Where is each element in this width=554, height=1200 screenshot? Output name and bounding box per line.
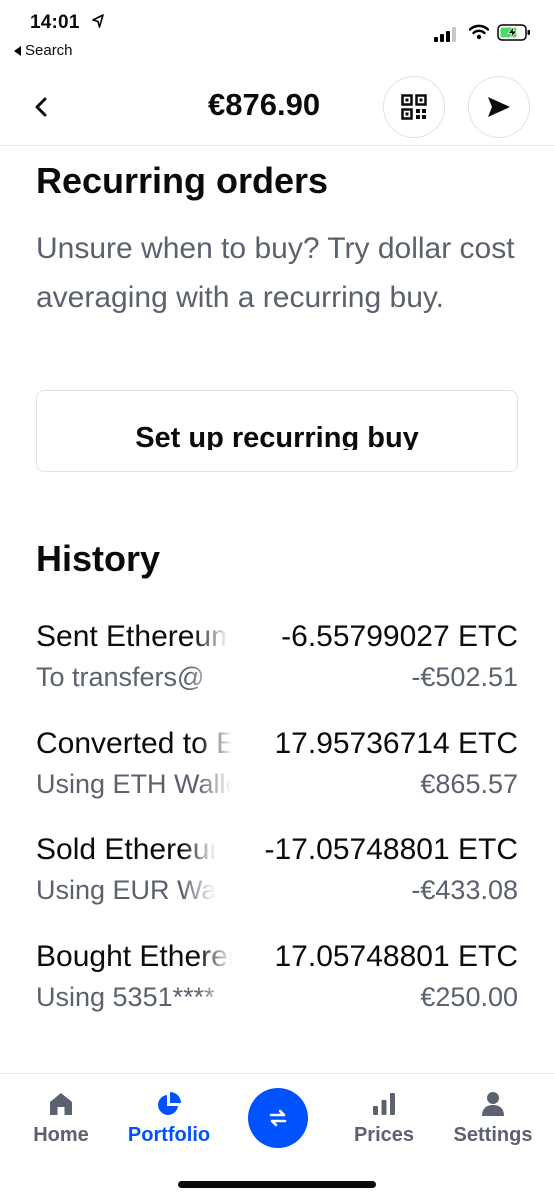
history-item[interactable]: Bought Ethereum Classic 17.05748801 ETC … — [36, 940, 518, 1024]
back-button[interactable] — [30, 94, 52, 120]
tab-home-label: Home — [33, 1124, 89, 1146]
tab-settings[interactable]: Settings — [448, 1090, 538, 1147]
history-title: History — [36, 538, 161, 579]
back-to-search-label: Search — [25, 42, 73, 59]
history-item-value: -€433.08 — [411, 875, 518, 905]
history-item-subtitle: Using 5351**** — [36, 982, 232, 1013]
history-item-value: €250.00 — [420, 982, 518, 1012]
qr-code-button[interactable] — [383, 76, 445, 138]
swap-icon — [269, 1109, 287, 1127]
tab-prices[interactable]: Prices — [350, 1090, 418, 1147]
pie-chart-icon — [155, 1090, 183, 1118]
tab-portfolio-label: Portfolio — [127, 1124, 211, 1146]
user-icon — [479, 1090, 507, 1118]
history-item-title: Sent Ethereum Classic — [36, 620, 228, 654]
setup-recurring-buy-button[interactable]: Set up recurring buy — [36, 390, 518, 472]
history-item-amount: 17.95736714 ETC — [274, 727, 518, 760]
status-time: 14:01 — [30, 12, 80, 33]
history-item-value: €865.57 — [420, 769, 518, 799]
recurring-orders-title: Recurring orders — [36, 160, 329, 201]
history-item-subtitle: Using EUR Wallet — [36, 875, 216, 906]
history-item-amount: -6.55799027 ETC — [281, 620, 518, 653]
history-item-title: Converted to Ethereum Classic — [36, 727, 232, 761]
history-item-title: Bought Ethereum Classic — [36, 940, 232, 974]
tab-settings-label: Settings — [453, 1124, 533, 1146]
home-icon — [47, 1090, 75, 1118]
tab-portfolio[interactable]: Portfolio — [122, 1090, 216, 1147]
battery-charging-icon — [497, 24, 530, 41]
history-item-value: -€502.51 — [411, 662, 518, 692]
trade-button[interactable] — [248, 1088, 308, 1148]
history-item[interactable]: Sold Ethereum Classic -17.05748801 ETC U… — [36, 833, 518, 917]
cellular-signal-icon — [434, 27, 456, 42]
location-arrow-icon — [92, 14, 104, 28]
header: €876.90 — [0, 70, 554, 146]
tab-home[interactable]: Home — [30, 1090, 92, 1147]
status-bar: 14:01 Search — [0, 0, 554, 66]
portfolio-balance: €876.90 — [208, 87, 321, 122]
setup-recurring-buy-label: Set up recurring buy — [135, 422, 419, 450]
wifi-icon — [469, 24, 489, 40]
recurring-orders-description: Unsure when to buy? Try dollar cost aver… — [36, 232, 515, 314]
back-triangle-icon — [14, 45, 21, 56]
chevron-left-icon — [35, 97, 47, 117]
history-item-amount: 17.05748801 ETC — [274, 940, 518, 973]
qr-code-icon — [401, 94, 427, 120]
bar-chart-icon — [370, 1090, 398, 1118]
send-icon — [488, 97, 510, 117]
history-item-amount: -17.05748801 ETC — [264, 833, 518, 866]
home-indicator — [178, 1181, 376, 1188]
send-button[interactable] — [468, 76, 530, 138]
history-item-subtitle: To transfers@ — [36, 662, 222, 693]
history-item[interactable]: Sent Ethereum Classic -6.55799027 ETC To… — [36, 620, 518, 704]
history-item-subtitle: Using ETH Wallet — [36, 769, 232, 800]
history-item[interactable]: Converted to Ethereum Classic 17.9573671… — [36, 727, 518, 811]
tab-prices-label: Prices — [353, 1124, 415, 1146]
back-to-search[interactable]: Search — [14, 42, 73, 59]
history-item-title: Sold Ethereum Classic — [36, 833, 216, 867]
